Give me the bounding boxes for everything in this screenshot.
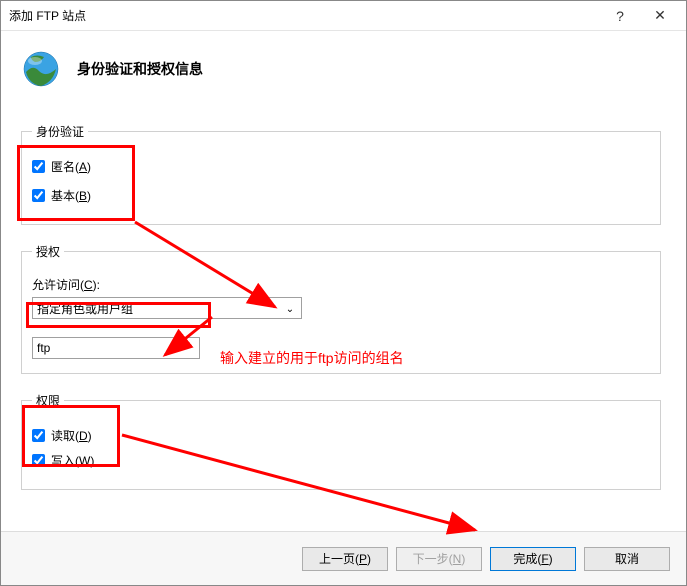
read-checkbox-row[interactable]: 读取(D)	[32, 427, 650, 444]
globe-icon	[21, 49, 61, 89]
cancel-button[interactable]: 取消	[584, 547, 670, 571]
help-button[interactable]: ?	[600, 2, 640, 30]
anonymous-checkbox[interactable]	[32, 160, 45, 173]
read-label: 读取(D)	[51, 427, 92, 444]
titlebar: 添加 FTP 站点 ? ✕	[1, 1, 686, 31]
close-button[interactable]: ✕	[640, 2, 680, 30]
authz-legend: 授权	[32, 243, 64, 260]
write-label: 写入(W)	[51, 452, 94, 469]
dialog-footer: 上一页(P) 下一步(N) 完成(F) 取消	[1, 531, 686, 585]
previous-button[interactable]: 上一页(P)	[302, 547, 388, 571]
auth-legend: 身份验证	[32, 123, 88, 140]
auth-fieldset: 身份验证 匿名(A) 基本(B)	[21, 123, 661, 225]
allow-access-label: 允许访问(C):	[32, 276, 650, 293]
next-button[interactable]: 下一步(N)	[396, 547, 482, 571]
basic-checkbox[interactable]	[32, 189, 45, 202]
perm-fieldset: 权限 读取(D) 写入(W)	[21, 392, 661, 490]
select-value: 指定角色或用户组	[37, 300, 133, 317]
basic-label: 基本(B)	[51, 187, 91, 204]
write-checkbox-row[interactable]: 写入(W)	[32, 452, 650, 469]
read-checkbox[interactable]	[32, 429, 45, 442]
anonymous-checkbox-row[interactable]: 匿名(A)	[32, 158, 650, 175]
write-checkbox[interactable]	[32, 454, 45, 467]
allow-access-select[interactable]: 指定角色或用户组 ⌄	[32, 297, 302, 319]
role-group-input[interactable]	[32, 337, 200, 359]
finish-button[interactable]: 完成(F)	[490, 547, 576, 571]
dialog-content: 身份验证 匿名(A) 基本(B) 授权 允许访问(C): 指定角色或用户组 ⌄ …	[1, 105, 686, 531]
perm-legend: 权限	[32, 392, 64, 409]
dialog-window: 添加 FTP 站点 ? ✕ 身份验证和授权信息 身份验证 匿名(A)	[0, 0, 687, 586]
chevron-down-icon: ⌄	[282, 301, 298, 317]
dialog-header: 身份验证和授权信息	[1, 31, 686, 105]
window-title: 添加 FTP 站点	[9, 7, 600, 24]
page-title: 身份验证和授权信息	[77, 59, 203, 79]
basic-checkbox-row[interactable]: 基本(B)	[32, 187, 650, 204]
authz-fieldset: 授权 允许访问(C): 指定角色或用户组 ⌄	[21, 243, 661, 374]
window-controls: ? ✕	[600, 2, 680, 30]
anonymous-label: 匿名(A)	[51, 158, 91, 175]
